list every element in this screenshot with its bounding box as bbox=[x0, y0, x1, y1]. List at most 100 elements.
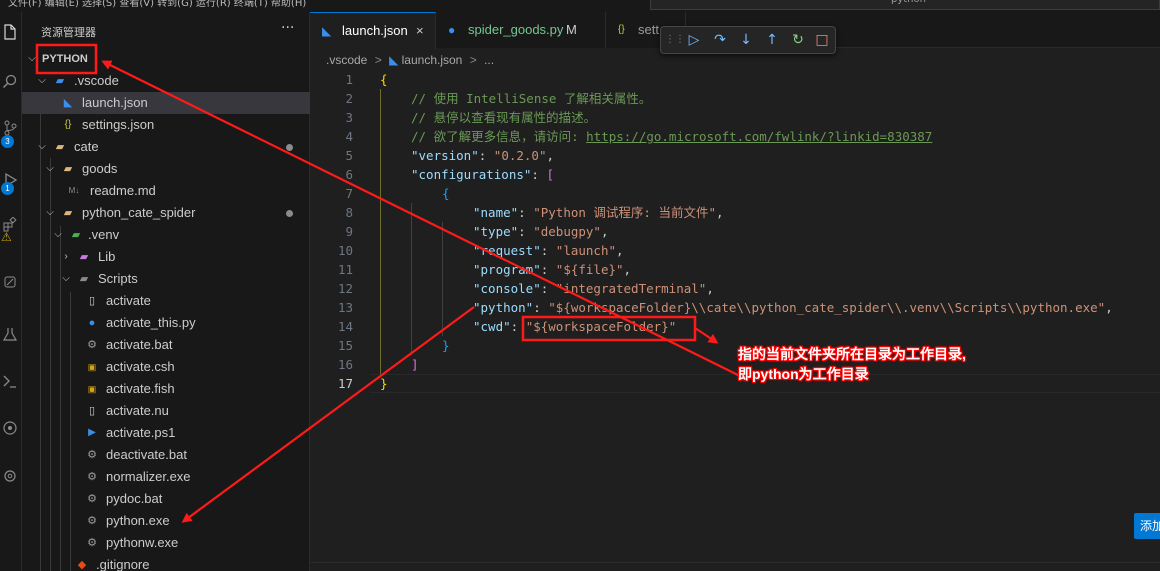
continue-icon[interactable]: ▷ bbox=[685, 31, 703, 49]
tree-item-scripts[interactable]: ⌵ ▰ Scripts bbox=[22, 268, 310, 290]
tab-launch-json[interactable]: ◣ launch.json × bbox=[310, 12, 436, 49]
chevron-down-icon: ⌵ bbox=[38, 75, 46, 86]
workspace-root-label: PYTHON bbox=[42, 53, 88, 65]
vscode-file-icon: ◣ bbox=[63, 97, 73, 109]
markdown-icon: M↓ bbox=[68, 186, 80, 195]
tree-item-file[interactable]: ▯ activate bbox=[22, 290, 310, 312]
tree-item-label: settings.json bbox=[82, 117, 155, 132]
code-link[interactable]: https://go.microsoft.com/fwlink/?linkid=… bbox=[586, 129, 932, 144]
step-over-icon[interactable]: ↷ bbox=[711, 31, 729, 49]
code-editor[interactable]: 1 2 3 4 5 6 7 8 9 10 11 12 13 14 15 16 1… bbox=[310, 70, 1160, 571]
breadcrumb-separator: > bbox=[469, 53, 477, 67]
tree-item-file[interactable]: ⚙ deactivate.bat bbox=[22, 444, 310, 466]
breadcrumb-file[interactable]: launch.json bbox=[402, 53, 463, 67]
account-icon[interactable] bbox=[0, 420, 20, 440]
json-key: "cwd" bbox=[473, 319, 511, 334]
tree-item-file[interactable]: ▣ activate.fish bbox=[22, 378, 310, 400]
files-icon[interactable] bbox=[0, 24, 20, 44]
tree-item-lib[interactable]: › ▰ Lib bbox=[22, 246, 310, 268]
json-value: "${workspaceFolder}" bbox=[525, 319, 677, 334]
lib-folder-icon: ▰ bbox=[79, 251, 89, 263]
horizontal-scrollbar[interactable] bbox=[310, 562, 1160, 571]
tree-item-python-exe[interactable]: ⚙ python.exe bbox=[22, 510, 310, 532]
more-actions-icon[interactable]: ··· bbox=[281, 20, 294, 36]
command-center[interactable]: python bbox=[650, 0, 1160, 10]
code-line: "version": "0.2.0", bbox=[411, 148, 555, 163]
code-line: "request": "launch", bbox=[473, 243, 624, 258]
annotation-line-1: 指的当前文件夹所在目录为工作目录, bbox=[738, 346, 966, 362]
file-icon: ▯ bbox=[88, 405, 96, 417]
tree-item-file[interactable]: ⚙ pythonw.exe bbox=[22, 532, 310, 554]
code-line: "program": "${file}", bbox=[473, 262, 632, 277]
breadcrumb-folder[interactable]: .vscode bbox=[326, 53, 367, 67]
restart-icon[interactable]: ↻ bbox=[789, 31, 807, 49]
search-icon[interactable] bbox=[0, 74, 20, 94]
chevron-down-icon: ⌵ bbox=[38, 141, 46, 152]
breadcrumb-tail[interactable]: ... bbox=[484, 53, 494, 67]
tree-item-launch-json[interactable]: ◣ launch.json bbox=[22, 92, 310, 114]
tree-item-file[interactable]: ● activate_this.py bbox=[22, 312, 310, 334]
tree-item-cate-folder[interactable]: ⌵ ▰ cate bbox=[22, 136, 310, 158]
step-out-icon[interactable]: ↑ bbox=[763, 31, 781, 49]
add-button[interactable]: 添加 bbox=[1134, 513, 1160, 539]
tree-item-label: activate.bat bbox=[106, 337, 173, 352]
tree-item-file[interactable]: ⚙ pydoc.bat bbox=[22, 488, 310, 510]
step-into-icon[interactable]: ↓ bbox=[737, 31, 755, 49]
folder-icon: ▰ bbox=[79, 273, 89, 285]
tree-item-label: activate_this.py bbox=[106, 315, 196, 330]
testing-icon[interactable] bbox=[0, 274, 20, 294]
line-number: 16 bbox=[337, 357, 353, 372]
activity-bar: 3 1 ⚠ bbox=[0, 12, 22, 571]
tree-item-python-cate-spider[interactable]: ⌵ ▰ python_cate_spider bbox=[22, 202, 310, 224]
line-number: 17 bbox=[337, 376, 353, 391]
chevron-right-icon: › bbox=[64, 251, 68, 262]
tree-item-gitignore[interactable]: ◆ .gitignore bbox=[22, 554, 310, 571]
vscode-folder-icon: ▰ bbox=[55, 75, 65, 87]
settings-icon[interactable] bbox=[0, 468, 20, 488]
json-value: "${workspaceFolder}\\cate\\python_cate_s… bbox=[548, 300, 1106, 315]
tree-item-file[interactable]: ▯ activate.nu bbox=[22, 400, 310, 422]
workspace-root[interactable]: ⌵ PYTHON bbox=[22, 48, 310, 70]
tab-label: spider_goods.py bbox=[468, 22, 564, 37]
indent-guide bbox=[442, 222, 443, 336]
tree-item-file[interactable]: ▣ activate.csh bbox=[22, 356, 310, 378]
gear-file-icon: ⚙ bbox=[87, 471, 97, 483]
code-line: "console": "integratedTerminal", bbox=[473, 281, 714, 296]
tree-item-settings-json[interactable]: {} settings.json bbox=[22, 114, 310, 136]
drag-handle-icon[interactable]: ⋮⋮ bbox=[665, 31, 685, 49]
annotation-line-2: 即python为工作目录 bbox=[738, 366, 869, 382]
line-number: 7 bbox=[345, 186, 353, 201]
json-icon: {} bbox=[618, 24, 625, 35]
chevron-down-icon: ⌵ bbox=[46, 207, 54, 218]
remote-icon[interactable] bbox=[0, 374, 20, 394]
git-icon: ◆ bbox=[77, 559, 87, 571]
code-line: "type": "debugpy", bbox=[473, 224, 609, 239]
tree-item-label: Lib bbox=[98, 249, 116, 264]
tree-item-goods-folder[interactable]: ⌵ ▰ goods bbox=[22, 158, 310, 180]
tree-item-label: python.exe bbox=[106, 513, 170, 528]
tree-item-file[interactable]: ▶ activate.ps1 bbox=[22, 422, 310, 444]
stop-icon[interactable]: □ bbox=[813, 31, 831, 49]
flask-icon[interactable] bbox=[0, 326, 20, 346]
close-icon[interactable]: × bbox=[416, 13, 424, 49]
folder-icon: ▰ bbox=[63, 163, 73, 175]
tab-spider-goods[interactable]: ● spider_goods.py M bbox=[436, 12, 606, 48]
json-icon: {} bbox=[64, 119, 72, 130]
line-number: 14 bbox=[337, 319, 353, 334]
gear-file-icon: ⚙ bbox=[87, 537, 97, 549]
tree-item-readme[interactable]: M↓ readme.md bbox=[22, 180, 310, 202]
gear-file-icon: ⚙ bbox=[87, 493, 97, 505]
tree-item-venv[interactable]: ⌵ ▰ .venv bbox=[22, 224, 310, 246]
python-icon: ● bbox=[88, 317, 96, 329]
line-number: 10 bbox=[337, 243, 353, 258]
tree-item-vscode-folder[interactable]: ⌵ ▰ .vscode bbox=[22, 70, 310, 92]
line-number: 8 bbox=[345, 205, 353, 220]
modified-dot bbox=[286, 210, 293, 217]
file-icon: ▯ bbox=[88, 295, 96, 307]
explorer-sidebar: 资源管理器 ··· ⌵ PYTHON ⌵ ▰ .vscode ◣ launch.… bbox=[22, 12, 310, 571]
tree-item-file[interactable]: ⚙ activate.bat bbox=[22, 334, 310, 356]
indent-guide bbox=[380, 89, 381, 374]
debug-toolbar: ⋮⋮ ▷ ↷ ↓ ↑ ↻ □ bbox=[660, 26, 836, 54]
menu-text[interactable]: 文件(F) 编辑(E) 选择(S) 查看(V) 转到(G) 运行(R) 终端(T… bbox=[8, 0, 306, 9]
tree-item-file[interactable]: ⚙ normalizer.exe bbox=[22, 466, 310, 488]
